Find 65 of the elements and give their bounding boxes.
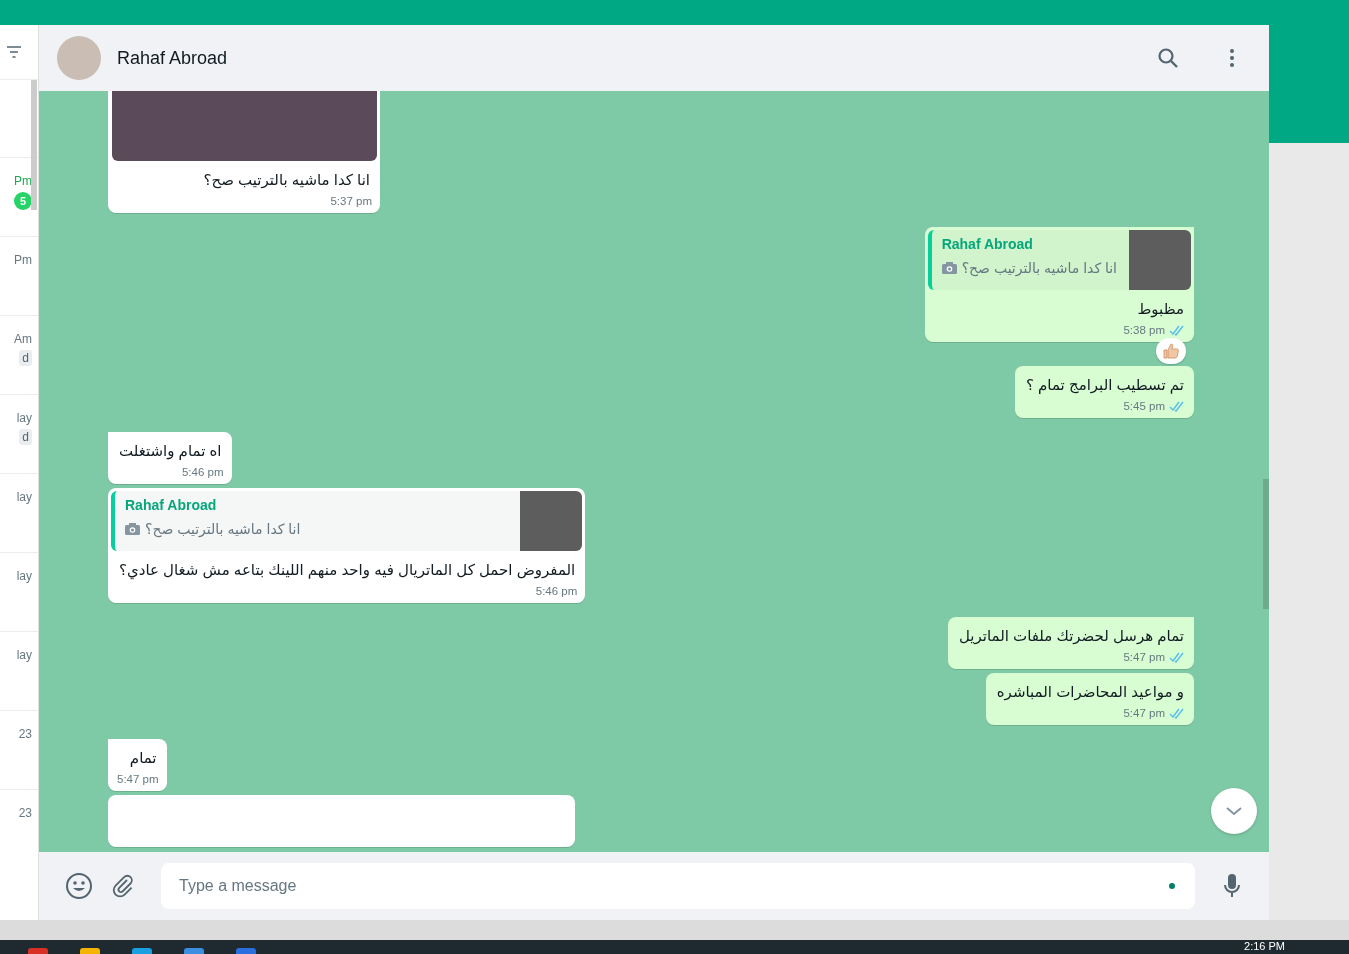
message-text: المفروض احمل كل الماتريال فيه واحد منهم اللينك بتاعه مش شغال عادي؟ [118, 560, 577, 581]
chat-list-item[interactable]: lay [0, 631, 38, 710]
chat-time: lay [16, 411, 32, 425]
taskbar-app-icon[interactable] [28, 948, 48, 954]
message-text: اه تمام واشتغلت [118, 441, 223, 462]
quoted-text: انا كدا ماشيه بالترتيب صح؟ [961, 260, 1117, 276]
quoted-author: Rahaf Abroad [125, 497, 218, 513]
message-text: تم تسطيب البرامج تمام ؟ [1024, 375, 1185, 396]
microphone-icon[interactable] [1223, 873, 1241, 899]
message-input[interactable]: Type a message [161, 863, 1195, 909]
chat-time: Pm [14, 174, 32, 188]
emoji-icon[interactable] [65, 872, 93, 900]
quoted-text: انا كدا ماشيه بالترتيب صح؟ [145, 521, 301, 537]
chat-list-item[interactable]: lay d [0, 394, 38, 473]
search-icon[interactable] [1157, 47, 1179, 69]
message-time: 5:47 pm [117, 773, 159, 785]
message-text: مظبوط [1136, 299, 1185, 320]
quoted-author: Rahaf Abroad [941, 236, 1034, 252]
chat-list-item[interactable]: lay [0, 473, 38, 552]
message-time: 5:46 pm [181, 466, 224, 478]
message-text: انا كدا ماشيه بالترتيب صح؟ [202, 170, 371, 191]
message-text: و مواعيد المحاضرات المباشره [995, 682, 1185, 703]
menu-icon[interactable] [1229, 48, 1235, 68]
chat-time: Am [14, 332, 32, 346]
chat-label: d [19, 429, 32, 445]
chat-time: lay [16, 569, 32, 583]
chat-time: 23 [18, 806, 32, 820]
dot-icon [1169, 883, 1175, 889]
camera-icon [125, 523, 140, 535]
avatar[interactable] [57, 36, 101, 80]
message-time: 5:45 pm [1123, 400, 1165, 412]
photo-placeholder [1129, 230, 1191, 290]
unread-count-badge: 5 [14, 192, 32, 210]
photo-placeholder [520, 491, 583, 551]
message-time: 5:46 pm [535, 585, 578, 597]
chat-list-item[interactable]: Pm [0, 236, 38, 315]
chat-list-item[interactable]: lay [0, 552, 38, 631]
taskbar-app-icon[interactable] [80, 948, 100, 954]
camera-icon [941, 262, 957, 274]
message-time: 5:38 pm [1123, 324, 1165, 336]
message-time: 5:47 pm [1123, 707, 1165, 719]
thumbs-up-icon [1162, 342, 1180, 360]
chat-list-item[interactable]: Am d [0, 315, 38, 394]
chat-list-item[interactable]: Pm 5 [0, 157, 38, 236]
message-text: تمام هرسل لحضرتك ملفات الماتريل [957, 626, 1185, 647]
taskbar-clock: 2:16 PM [1244, 941, 1285, 952]
filter-icon[interactable] [6, 46, 22, 58]
chat-time: 23 [18, 727, 32, 741]
taskbar-app-icon[interactable] [236, 948, 256, 954]
chat-list-item[interactable]: 23 [0, 710, 38, 789]
contact-name[interactable]: Rahaf Abroad [117, 47, 228, 69]
message-time: 5:37 pm [330, 195, 372, 207]
message-text: تمام [128, 748, 158, 769]
chat-time: Pm [14, 253, 32, 267]
chat-time: lay [16, 648, 32, 662]
message-time: 5:47 pm [1123, 651, 1165, 663]
chevron-down-icon [1225, 806, 1243, 816]
chat-list-item[interactable]: 23 [0, 789, 38, 868]
scroll-down-button[interactable] [1211, 788, 1257, 834]
chat-label: d [19, 350, 32, 366]
taskbar-app-icon[interactable] [132, 948, 152, 954]
reaction-badge[interactable] [1156, 338, 1186, 364]
chat-time: lay [16, 490, 32, 504]
taskbar-app-icon[interactable] [184, 948, 204, 954]
paperclip-icon[interactable] [111, 874, 135, 898]
